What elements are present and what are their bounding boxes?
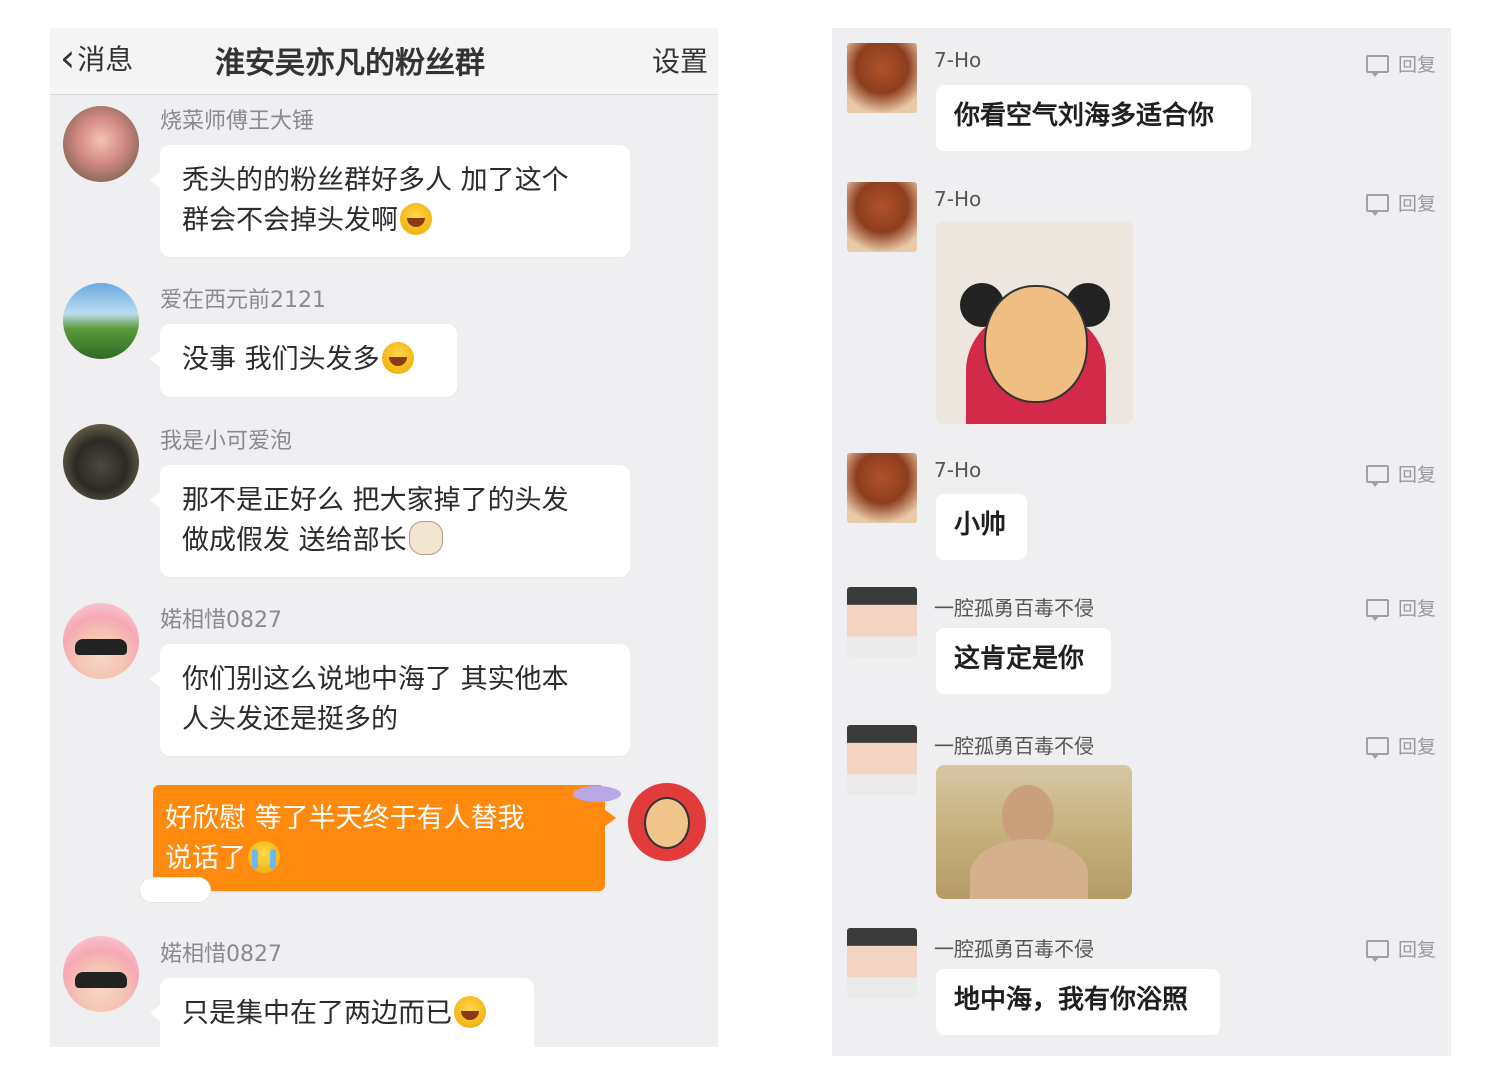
group-title: 淮安吴亦凡的粉丝群	[215, 46, 485, 81]
reply-button[interactable]: 回复	[1365, 50, 1436, 77]
back-button[interactable]: ‹ 消息	[60, 38, 133, 78]
grinning-emoji-icon	[400, 203, 432, 235]
message-text: 说话了	[165, 843, 246, 874]
message-text: 地中海，我有你浴照	[954, 985, 1189, 1015]
settings-button[interactable]: 设置	[652, 40, 708, 80]
cartoon-face-icon	[644, 797, 690, 849]
chat-header: ‹ 消息 淮安吴亦凡的粉丝群 设置	[50, 28, 718, 95]
crying-emoji-icon	[248, 841, 280, 873]
sender-name: 我是小可爱泡	[160, 429, 293, 454]
laughing-emoji-icon	[454, 996, 486, 1028]
cloud-decoration-icon	[140, 878, 210, 902]
avatar[interactable]	[63, 283, 139, 359]
reply-button[interactable]: 回复	[1365, 935, 1436, 962]
reply-label: 回复	[1397, 54, 1436, 76]
my-message-bubble[interactable]: 好欣慰 等了半天终于有人替我 说话了	[153, 785, 616, 891]
message-bubble[interactable]: 你们别这么说地中海了 其实他本 人头发还是挺多的	[150, 644, 630, 756]
sender-name: 7-Ho	[934, 458, 982, 482]
reply-button[interactable]: 回复	[1365, 732, 1436, 759]
message-text: 做成假发 送给部长	[182, 525, 407, 556]
sender-name: 7-Ho	[934, 187, 982, 211]
reply-button[interactable]: 回复	[1365, 189, 1436, 216]
reply-label: 回复	[1397, 598, 1436, 620]
glasses-icon	[75, 972, 127, 988]
message-bubble[interactable]: 那不是正好么 把大家掉了的头发 做成假发 送给部长	[150, 465, 630, 577]
sender-name: 婼相惜0827	[160, 942, 282, 967]
sender-name: 婼相惜0827	[160, 608, 282, 633]
cartoon-sticker-image[interactable]	[936, 221, 1133, 424]
sender-name: 一腔孤勇百毒不侵	[934, 596, 1094, 620]
avatar[interactable]	[63, 603, 139, 679]
message-bubble[interactable]: 秃头的的粉丝群好多人 加了这个 群会不会掉头发啊	[150, 145, 630, 257]
comment-icon	[1365, 598, 1389, 621]
message-bubble[interactable]: 小帅	[936, 494, 1027, 560]
message-bubble[interactable]: 没事 我们头发多	[150, 324, 457, 397]
reply-label: 回复	[1397, 939, 1436, 961]
message-text: 你看空气刘海多适合你	[954, 101, 1215, 131]
message-bubble[interactable]: 你看空气刘海多适合你	[936, 85, 1251, 151]
sender-name: 爱在西元前2121	[160, 288, 326, 313]
message-bubble[interactable]: 只是集中在了两边而已	[150, 978, 534, 1047]
cat-emoji-icon	[408, 521, 443, 555]
poodle-avatar[interactable]	[847, 453, 917, 523]
comment-icon	[1365, 54, 1389, 77]
comment-icon	[1365, 736, 1389, 759]
reply-label: 回复	[1397, 464, 1436, 486]
message-text: 你们别这么说地中海了 其实他本	[182, 664, 569, 695]
reply-label: 回复	[1397, 193, 1436, 215]
avatar[interactable]	[63, 424, 139, 500]
sender-name: 烧菜师傅王大锤	[160, 109, 315, 134]
sender-name: 7-Ho	[934, 48, 982, 72]
chevron-left-icon: ‹	[60, 36, 76, 80]
sender-name: 一腔孤勇百毒不侵	[934, 734, 1094, 758]
glasses-icon	[75, 639, 127, 655]
message-text: 群会不会掉头发啊	[182, 205, 398, 236]
message-text: 小帅	[954, 510, 1007, 540]
message-text: 秃头的的粉丝群好多人 加了这个	[182, 165, 569, 196]
message-text: 这肯定是你	[954, 644, 1085, 674]
right-comment-thread: 7-Ho 回复 你看空气刘海多适合你 7-Ho 回复 7-Ho 回复 小帅 一腔…	[832, 28, 1451, 1056]
sticker-face	[984, 285, 1088, 403]
photo-body	[970, 839, 1088, 899]
bathtub-photo-image[interactable]	[936, 765, 1132, 899]
poodle-avatar[interactable]	[847, 43, 917, 113]
back-label: 消息	[77, 43, 134, 76]
girl-avatar[interactable]	[847, 725, 917, 795]
comment-icon	[1365, 939, 1389, 962]
message-text: 人头发还是挺多的	[182, 704, 398, 735]
message-bubble[interactable]: 这肯定是你	[936, 628, 1111, 694]
reply-button[interactable]: 回复	[1365, 594, 1436, 621]
comment-icon	[1365, 464, 1389, 487]
sender-name: 一腔孤勇百毒不侵	[934, 937, 1094, 961]
poodle-avatar[interactable]	[847, 182, 917, 252]
girl-avatar[interactable]	[847, 587, 917, 657]
message-text: 没事 我们头发多	[182, 344, 380, 375]
message-text: 那不是正好么 把大家掉了的头发	[182, 485, 569, 516]
girl-avatar[interactable]	[847, 928, 917, 998]
my-avatar[interactable]	[628, 783, 706, 861]
photo-head	[1002, 785, 1054, 847]
avatar[interactable]	[63, 936, 139, 1012]
message-text: 好欣慰 等了半天终于有人替我	[165, 803, 525, 834]
comment-icon	[1365, 193, 1389, 216]
reply-label: 回复	[1397, 736, 1436, 758]
avatar[interactable]	[63, 106, 139, 182]
message-bubble[interactable]: 地中海，我有你浴照	[936, 969, 1220, 1035]
ufo-decoration-icon	[573, 786, 621, 802]
left-chat-screen: ‹ 消息 淮安吴亦凡的粉丝群 设置 烧菜师傅王大锤 秃头的的粉丝群好多人 加了这…	[50, 28, 718, 1047]
reply-button[interactable]: 回复	[1365, 460, 1436, 487]
message-text: 只是集中在了两边而已	[182, 998, 452, 1029]
laughing-emoji-icon	[381, 342, 414, 374]
